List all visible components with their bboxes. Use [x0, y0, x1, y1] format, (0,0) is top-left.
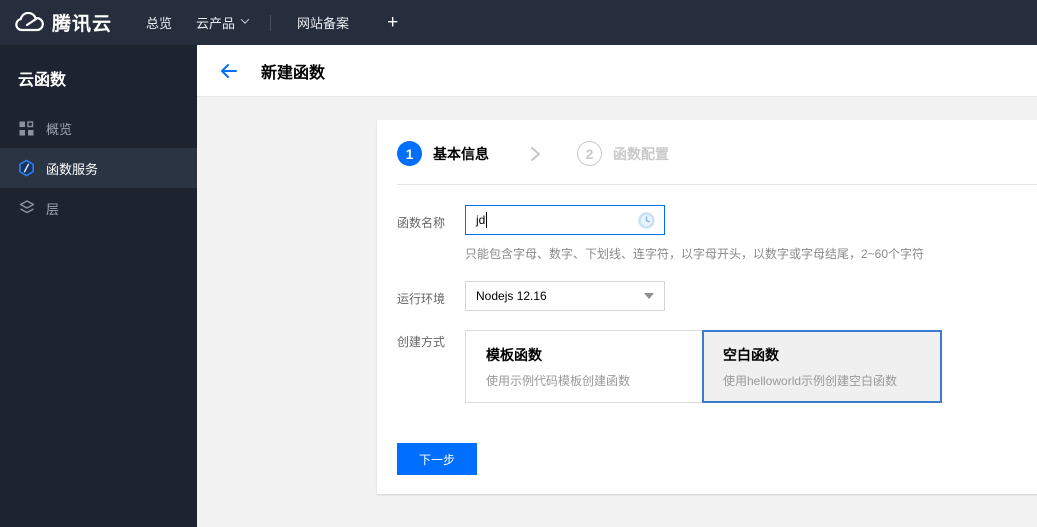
nav-item-website-icp[interactable]: 网站备案: [285, 13, 361, 32]
blank-function-title: 空白函数: [723, 347, 779, 363]
creation-method-row: 创建方式 模板函数 使用示例代码模板创建函数 空白函数 使用helloworld…: [397, 330, 1017, 403]
sidebar: 云函数 概览 函数服务 层: [0, 45, 197, 527]
nav-item-cloud-products[interactable]: 云产品: [184, 13, 260, 32]
blank-function-description: 使用helloworld示例创建空白函数: [723, 374, 898, 388]
template-function-title: 模板函数: [486, 347, 542, 363]
chevron-down-icon: [240, 15, 250, 24]
tencent-cloud-logo-icon: [14, 11, 44, 34]
runtime-label: 运行环境: [397, 292, 446, 306]
step-1-label: 基本信息: [433, 145, 489, 162]
function-name-helper: 只能包含字母、数字、下划线、连字符，以字母开头，以数字或字母结尾，2~60个字符: [465, 247, 925, 261]
step-function-config: 2 函数配置: [577, 141, 669, 166]
sidebar-title: 云函数: [18, 72, 67, 89]
runtime-selected-value: Nodejs 12.16: [476, 289, 547, 303]
template-function-card[interactable]: 模板函数 使用示例代码模板创建函数: [465, 330, 703, 403]
function-name-label: 函数名称: [397, 216, 446, 230]
step-1-circle: 1: [397, 141, 422, 166]
add-tab-button[interactable]: +: [379, 12, 406, 34]
layers-icon: [18, 200, 35, 217]
sidebar-item-layers[interactable]: 层: [0, 188, 197, 228]
creation-method-label: 创建方式: [397, 335, 446, 349]
sidebar-item-layers-label: 层: [46, 201, 60, 217]
caret-down-icon: [644, 293, 654, 299]
runtime-row: 运行环境 Nodejs 12.16: [397, 281, 1017, 311]
step-2-circle: 2: [577, 141, 602, 166]
sidebar-item-overview[interactable]: 概览: [0, 108, 197, 148]
nav-item-overview-label: 总览: [146, 16, 173, 31]
create-function-panel: 1 基本信息 2 函数配置 函数名称 jd 只能包含字母、数字、下划线、连字符，…: [377, 120, 1037, 494]
sidebar-item-overview-label: 概览: [46, 121, 73, 137]
function-name-input[interactable]: jd: [465, 205, 665, 235]
step-2-label: 函数配置: [613, 145, 669, 162]
scf-hexagon-icon: [18, 159, 35, 177]
nav-links: 总览 云产品 网站备案 +: [134, 12, 406, 34]
page-title: 新建函数: [261, 64, 326, 82]
function-name-row: 函数名称 jd 只能包含字母、数字、下划线、连字符，以字母开头，以数字或字母结尾…: [397, 205, 1017, 262]
nav-divider: [270, 14, 272, 31]
runtime-select[interactable]: Nodejs 12.16: [465, 281, 665, 311]
tencent-cloud-brand[interactable]: 腾讯云: [14, 9, 112, 36]
chevron-right-icon: [529, 145, 541, 163]
sidebar-item-function-service[interactable]: 函数服务: [0, 148, 197, 188]
brand-name: 腾讯云: [52, 14, 113, 35]
sidebar-item-function-service-label: 函数服务: [46, 161, 99, 177]
page-header: 新建函数: [197, 45, 1037, 97]
content-area: 1 基本信息 2 函数配置 函数名称 jd 只能包含字母、数字、下划线、连字符，…: [197, 97, 1037, 526]
back-button[interactable]: [219, 61, 239, 81]
text-cursor: [486, 212, 488, 228]
nav-item-website-icp-label: 网站备案: [297, 16, 350, 31]
create-function-form: 函数名称 jd 只能包含字母、数字、下划线、连字符，以字母开头，以数字或字母结尾…: [377, 185, 1037, 475]
step-indicator: 1 基本信息 2 函数配置: [377, 120, 1037, 184]
creation-method-cards: 模板函数 使用示例代码模板创建函数 空白函数 使用helloworld示例创建空…: [465, 330, 942, 403]
nav-item-cloud-products-label: 云产品: [196, 16, 236, 31]
main-area: 新建函数 1 基本信息 2 函数配置 函数名称 jd 只能包含字母、数字、下划线…: [197, 45, 1037, 527]
clock-icon: [637, 211, 656, 230]
arrow-left-icon: [221, 63, 237, 78]
blank-function-card[interactable]: 空白函数 使用helloworld示例创建空白函数: [702, 330, 942, 403]
function-name-value: jd: [476, 213, 486, 227]
step-basic-info: 1 基本信息: [397, 141, 489, 166]
next-step-button[interactable]: 下一步: [397, 443, 477, 475]
grid-icon: [18, 120, 35, 137]
template-function-description: 使用示例代码模板创建函数: [486, 374, 631, 388]
nav-item-overview[interactable]: 总览: [134, 13, 184, 32]
top-navbar: 腾讯云 总览 云产品 网站备案 +: [0, 0, 1037, 45]
